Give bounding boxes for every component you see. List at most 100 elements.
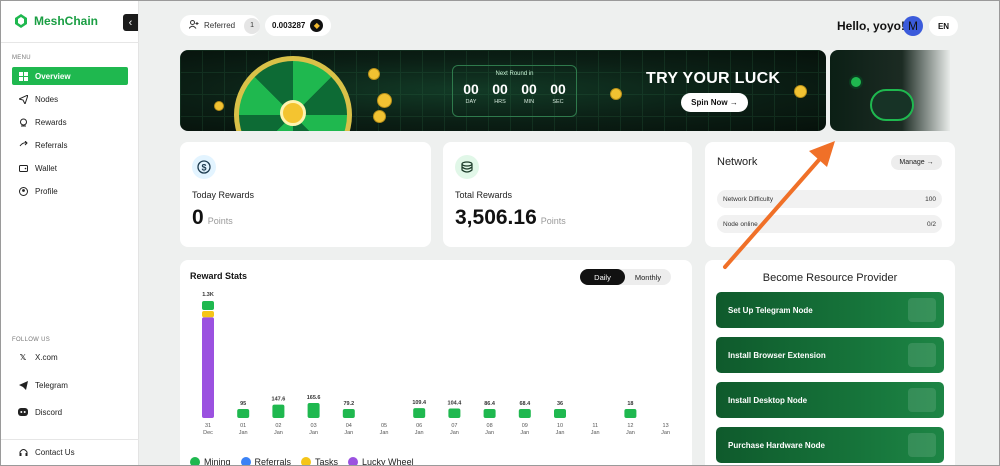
total-rewards-card: Total Rewards 3,506.16 Points (443, 142, 692, 247)
hardware-icon (908, 433, 936, 457)
bar-mining[interactable] (483, 409, 496, 418)
x-tick-month: Dec (203, 430, 213, 436)
legend-item-mining[interactable]: Mining (190, 457, 231, 465)
brand-logo[interactable]: MeshChain (13, 13, 98, 29)
sidebar-item-wallet[interactable]: Wallet (12, 159, 128, 177)
button-label: Set Up Telegram Node (728, 305, 813, 315)
legend-swatch (348, 457, 359, 465)
greeting: Hello, yoyo! (837, 19, 906, 33)
bar-mining[interactable] (413, 408, 426, 418)
bar-mining[interactable] (342, 409, 355, 418)
share-icon (18, 140, 28, 150)
legend-item-referrals[interactable]: Referrals (240, 457, 291, 465)
bar-mining[interactable] (307, 402, 320, 418)
referred-pill[interactable]: Referred 1 (180, 15, 260, 36)
bar-tasks[interactable] (202, 310, 214, 318)
bar-mining[interactable] (448, 408, 461, 418)
total-rewards-label: Total Rewards (455, 190, 513, 200)
countdown-seconds: 00 SEC (546, 81, 570, 105)
bar-value-label: 18 (627, 401, 633, 407)
x-tick-month: Jan (626, 430, 635, 436)
x-tick-month: Jan (309, 430, 318, 436)
legend-label: Tasks (315, 457, 339, 466)
profile-icon (18, 186, 28, 196)
rewards-icon (18, 117, 28, 127)
x-tick-month: Jan (520, 430, 529, 436)
coin-icon (377, 93, 392, 108)
language-selector[interactable]: EN (929, 16, 958, 36)
sidebar-item-label: Nodes (35, 94, 59, 104)
secondary-banner[interactable] (830, 50, 950, 131)
headset-icon (18, 447, 28, 457)
divider (1, 439, 139, 440)
bar-lucky-wheel[interactable] (202, 317, 214, 418)
bar-value-label: 86.4 (484, 401, 496, 407)
countdown-value: 00 (521, 81, 537, 97)
sidebar-item-profile[interactable]: Profile (12, 182, 128, 200)
bar-mining[interactable] (554, 409, 566, 418)
x-tick-month: Jan (450, 430, 459, 436)
legend-item-tasks[interactable]: Tasks (301, 457, 339, 466)
sidebar-item-label: Rewards (35, 117, 67, 127)
lucky-wheel-banner[interactable]: Next Round in 00 DAY 00 HRS 00 MIN 00 SE… (180, 50, 826, 131)
coin-icon (373, 110, 386, 123)
today-rewards-card: $ Today Rewards 0 Points (180, 142, 431, 247)
reward-stats-chart: 1.3K31Dec9501Jan147.602Jan165.603Jan79.2… (202, 292, 670, 436)
spin-now-button[interactable]: Spin Now → (681, 93, 748, 112)
bar-value-label: 68.4 (519, 401, 531, 407)
setup-telegram-node-button[interactable]: Set Up Telegram Node (716, 292, 944, 328)
x-tick-day: 05 (381, 423, 387, 429)
coin-icon (368, 68, 380, 80)
install-desktop-node-button[interactable]: Install Desktop Node (716, 382, 944, 418)
sidebar-item-label: Wallet (35, 163, 57, 173)
sidebar-item-discord[interactable]: Discord (12, 403, 128, 421)
x-tick-month: Jan (661, 430, 670, 436)
bar-mining[interactable] (202, 301, 214, 310)
legend-item-lucky-wheel[interactable]: Lucky Wheel (348, 457, 414, 466)
countdown-hours: 00 HRS (488, 81, 512, 105)
sidebar-item-referrals[interactable]: Referrals (12, 136, 128, 154)
avatar[interactable]: M (903, 16, 923, 36)
svg-text:$: $ (201, 162, 206, 172)
purchase-hardware-node-button[interactable]: Purchase Hardware Node (716, 427, 944, 463)
value-text: 3,506.16 (455, 206, 537, 229)
x-tick-month: Jan (344, 430, 353, 436)
chart-legend: Mining Referrals Tasks Lucky Wheel (190, 457, 414, 466)
sidebar-item-label: Profile (35, 186, 58, 196)
user-plus-icon (188, 20, 199, 31)
bar-mining[interactable] (237, 409, 250, 418)
x-tick-day: 08 (487, 423, 493, 429)
install-browser-extension-button[interactable]: Install Browser Extension (716, 337, 944, 373)
telegram-icon (908, 298, 936, 322)
countdown-days: 00 DAY (459, 81, 483, 105)
desktop-icon (908, 388, 936, 412)
send-icon (18, 94, 28, 104)
sidebar-item-telegram[interactable]: Telegram (12, 376, 128, 394)
balance-value: 0.003287 (272, 21, 306, 30)
manage-button[interactable]: Manage → (891, 155, 942, 170)
bar-mining[interactable] (272, 404, 285, 418)
sidebar-item-overview[interactable]: Overview (12, 67, 128, 85)
bar-value-label: 104.4 (448, 401, 463, 407)
brand-name: MeshChain (34, 14, 99, 28)
chevron-left-icon: ‹ (128, 16, 133, 29)
next-round-label: Next Round in (495, 71, 534, 77)
collapse-sidebar-button[interactable]: ‹ (123, 14, 138, 31)
banner-headline: TRY YOUR LUCK (646, 70, 781, 87)
x-tick-day: 06 (416, 423, 422, 429)
x-tick-month: Jan (380, 430, 389, 436)
sidebar-item-contact[interactable]: Contact Us (12, 443, 128, 461)
x-tick-day: 31 (205, 423, 211, 429)
sidebar-item-nodes[interactable]: Nodes (12, 90, 128, 108)
x-tick-day: 04 (346, 423, 352, 429)
wheel-center-icon (280, 100, 306, 126)
value-text: 0 (192, 206, 204, 229)
bar-value-label: 36 (557, 401, 563, 407)
sidebar-item-rewards[interactable]: Rewards (12, 113, 128, 131)
sidebar-item-x[interactable]: 𝕏 X.com (12, 348, 128, 366)
balance-pill[interactable]: 0.003287 ◆ (265, 15, 331, 36)
legend-label: Lucky Wheel (362, 457, 414, 466)
bar-mining[interactable] (518, 409, 531, 418)
sidebar-item-label: Overview (35, 71, 71, 81)
bar-mining[interactable] (624, 409, 637, 418)
